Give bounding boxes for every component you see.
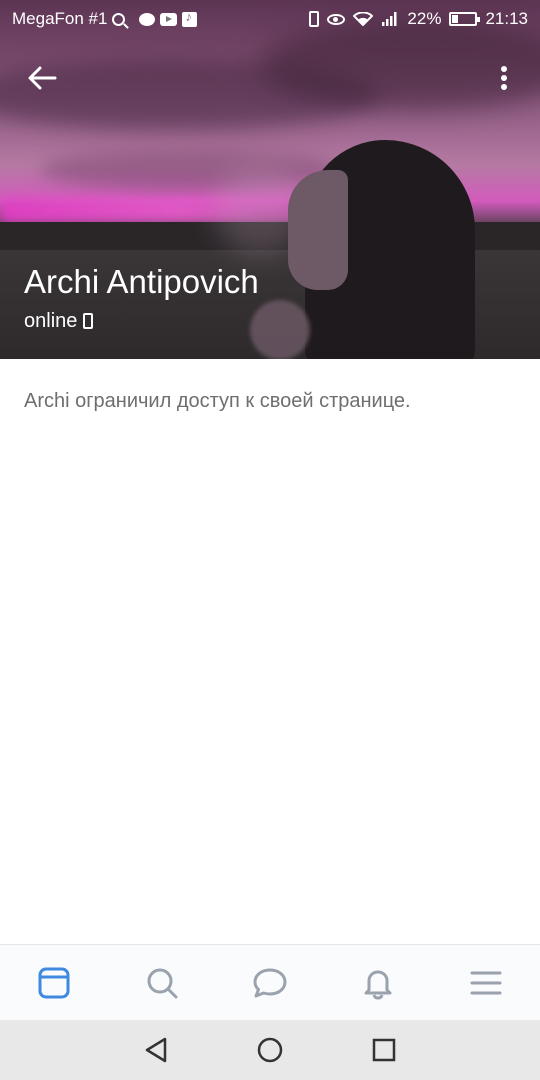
more-vertical-icon bbox=[501, 66, 507, 90]
arrow-left-icon bbox=[28, 66, 57, 90]
more-options-button[interactable] bbox=[484, 58, 524, 98]
bottom-navigation bbox=[0, 944, 540, 1020]
battery-icon bbox=[449, 12, 481, 26]
nav-search[interactable] bbox=[108, 945, 216, 1020]
wifi-icon bbox=[353, 12, 374, 26]
newsfeed-icon bbox=[38, 967, 70, 998]
nav-messages[interactable] bbox=[216, 945, 324, 1020]
music-notification-icon bbox=[182, 9, 198, 27]
vibrate-icon bbox=[309, 11, 320, 27]
back-button[interactable] bbox=[22, 58, 62, 98]
menu-icon bbox=[470, 971, 502, 994]
recents-square-icon bbox=[372, 1038, 396, 1062]
carrier-name: MegaFon #1 bbox=[12, 9, 108, 28]
nav-menu[interactable] bbox=[432, 945, 540, 1020]
online-status-text: online bbox=[24, 310, 78, 332]
search-notification-icon bbox=[112, 12, 126, 26]
clock: 21:13 bbox=[485, 9, 528, 28]
system-home-button[interactable] bbox=[253, 1033, 287, 1067]
search-icon bbox=[147, 968, 178, 998]
chat-notification-icon bbox=[139, 12, 156, 26]
home-circle-icon bbox=[257, 1037, 283, 1063]
youtube-notification-icon bbox=[160, 12, 178, 26]
eye-comfort-icon bbox=[327, 13, 346, 25]
system-recents-button[interactable] bbox=[367, 1033, 401, 1067]
messages-icon bbox=[253, 968, 287, 997]
back-triangle-icon bbox=[145, 1037, 167, 1063]
nav-newsfeed[interactable] bbox=[0, 945, 108, 1020]
mobile-phone-icon bbox=[83, 313, 94, 329]
cover-person-face bbox=[288, 170, 348, 290]
status-bar: MegaFon #1 22% 21:13 bbox=[0, 0, 540, 38]
battery-percent: 22% bbox=[407, 9, 442, 28]
profile-name: Archi Antipovich bbox=[24, 263, 259, 300]
cover-person-hand bbox=[250, 300, 310, 359]
nav-notifications[interactable] bbox=[324, 945, 432, 1020]
online-status: online bbox=[24, 308, 94, 334]
profile-cover-photo[interactable] bbox=[0, 0, 540, 359]
notifications-icon bbox=[364, 970, 392, 1000]
signal-icon bbox=[381, 12, 399, 26]
system-navigation-bar bbox=[0, 1020, 540, 1080]
system-back-button[interactable] bbox=[139, 1033, 173, 1067]
restricted-access-message: Archi ограничил доступ к своей странице. bbox=[24, 390, 411, 412]
